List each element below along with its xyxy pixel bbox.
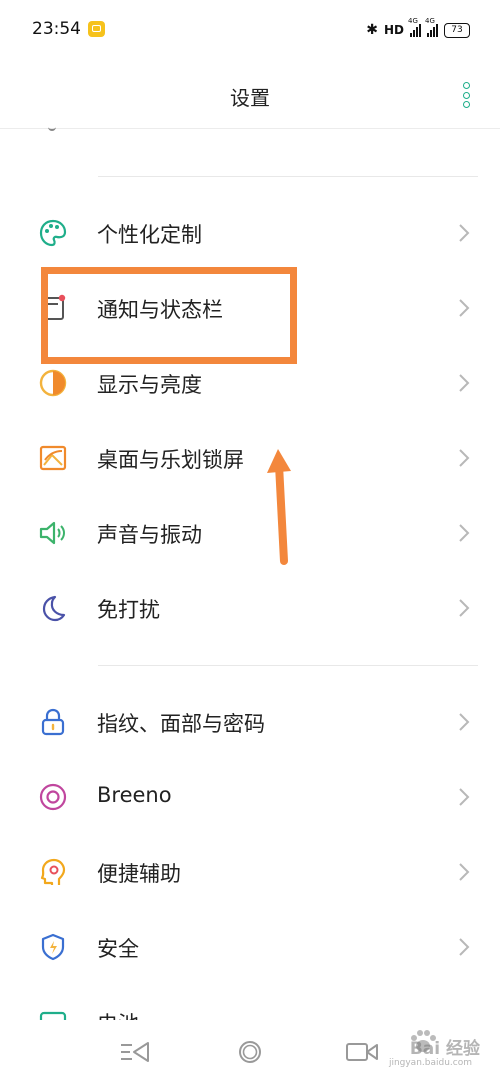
chevron-right-icon — [459, 938, 470, 956]
settings-item-label: 个性化定制 — [97, 223, 202, 247]
shield-icon — [41, 933, 65, 961]
arrow-annotation-icon — [267, 449, 291, 565]
settings-item-sound-vibration[interactable]: 声音与振动 — [0, 497, 500, 569]
settings-item-personalization[interactable]: 个性化定制 — [0, 197, 500, 269]
assist-icon — [40, 858, 66, 885]
settings-item-label: 免打扰 — [97, 598, 160, 622]
settings-item-desktop-lockscreen[interactable]: 桌面与乐划锁屏 — [0, 422, 500, 494]
chevron-right-icon — [459, 449, 470, 467]
settings-item-fingerprint-face-password[interactable]: 指纹、面部与密码 — [0, 686, 500, 758]
settings-item-label: 便捷辅助 — [97, 862, 181, 886]
settings-item-accessibility[interactable]: 便捷辅助 — [0, 836, 500, 908]
watermark-text: Bai 经验 — [409, 1039, 480, 1059]
breeno-icon — [39, 783, 67, 811]
palette-icon — [39, 219, 67, 247]
lock-icon — [41, 708, 65, 736]
watermark-subtext: jingyan.baidu.com — [388, 1058, 472, 1068]
home-nav-icon[interactable] — [233, 1040, 267, 1064]
settings-item-label: 桌面与乐划锁屏 — [97, 448, 244, 472]
signal-icon: 4G — [408, 17, 421, 37]
settings-item-do-not-disturb[interactable]: 免打扰 — [0, 572, 500, 644]
status-indicators: ✱ HD 4G 4G 73 — [366, 17, 470, 40]
chevron-right-icon — [459, 863, 470, 881]
notification-app-icon — [88, 21, 105, 37]
chevron-right-icon — [459, 374, 470, 392]
status-bar: 23:54 ✱ HD 4G 4G 73 — [0, 0, 500, 62]
wallpaper-icon — [39, 445, 67, 471]
chevron-right-icon — [459, 599, 470, 617]
bluetooth-icon: ✱ — [366, 22, 378, 38]
more-options-icon[interactable] — [462, 82, 470, 108]
settings-item-label: 显示与亮度 — [97, 373, 202, 397]
chevron-right-icon — [459, 524, 470, 542]
section-divider — [98, 665, 478, 666]
speaker-icon — [39, 521, 65, 545]
app-header: 设置 — [0, 62, 500, 129]
battery-indicator: 73 — [444, 22, 470, 38]
battery-icon — [39, 1011, 67, 1020]
moon-icon — [42, 595, 66, 622]
hd-label: HD — [383, 23, 404, 37]
signal-icon: 4G — [425, 17, 438, 37]
chevron-right-icon — [459, 713, 470, 731]
brightness-icon — [39, 369, 67, 397]
settings-item-security[interactable]: 安全 — [0, 911, 500, 983]
page-title: 设置 — [230, 86, 270, 110]
network-type-label: 4G — [408, 17, 418, 25]
settings-item-breeno[interactable]: Breeno — [0, 761, 500, 833]
menu-nav-icon[interactable] — [118, 1040, 152, 1064]
section-divider — [98, 176, 478, 177]
status-time: 23:54 — [32, 19, 81, 39]
chevron-right-icon — [459, 299, 470, 317]
chevron-right-icon — [459, 224, 470, 242]
settings-item-label: 电池 — [97, 1008, 139, 1020]
highlight-box-annotation — [41, 267, 297, 364]
chevron-right-icon — [459, 788, 470, 806]
settings-item-battery[interactable]: 电池 — [0, 986, 500, 1020]
settings-item-label: 安全 — [97, 937, 139, 961]
scrolled-item-remnant — [48, 124, 56, 131]
settings-item-label: 声音与振动 — [97, 523, 202, 547]
network-type-label: 4G — [425, 17, 435, 25]
recent-apps-nav-icon[interactable] — [345, 1040, 379, 1064]
settings-item-label: Breeno — [97, 783, 172, 807]
settings-item-label: 指纹、面部与密码 — [97, 712, 265, 736]
